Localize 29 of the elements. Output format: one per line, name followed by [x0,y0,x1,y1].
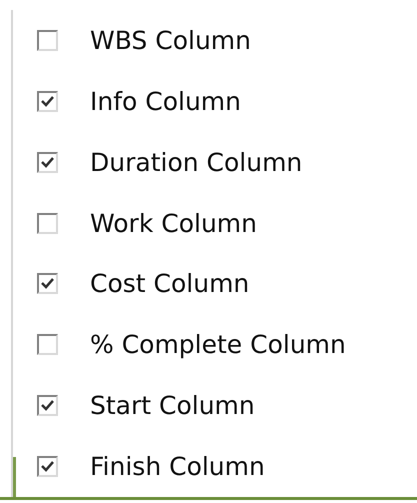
checkbox[interactable] [37,395,58,416]
checkbox[interactable] [37,212,58,234]
checkbox[interactable] [37,152,58,173]
checkbox[interactable] [37,90,58,112]
option-label: Work Column [90,210,257,236]
checkbox[interactable] [37,273,58,294]
column-option[interactable]: WBS Column [37,10,346,71]
check-icon [41,96,54,107]
column-option[interactable]: Cost Column [37,254,346,314]
option-label: Duration Column [90,150,302,175]
checkbox[interactable] [37,30,58,51]
option-label: % Complete Column [90,332,346,358]
option-label: Cost Column [90,271,250,296]
column-option[interactable]: Duration Column [37,132,346,193]
column-option[interactable]: % Complete Column [37,314,346,376]
column-option[interactable]: Work Column [37,192,346,254]
column-option[interactable]: Finish Column [37,436,346,497]
option-label: Start Column [90,393,255,418]
checkbox[interactable] [37,456,58,478]
column-option[interactable]: Start Column [37,375,346,436]
column-option[interactable]: Info Column [37,70,346,132]
option-label: Info Column [90,88,242,114]
check-icon [41,156,54,168]
option-label: WBS Column [90,28,251,53]
check-icon [41,461,54,472]
option-label: Finish Column [90,454,265,480]
checkbox[interactable] [37,334,58,356]
check-icon [41,278,54,290]
check-icon [41,400,54,412]
